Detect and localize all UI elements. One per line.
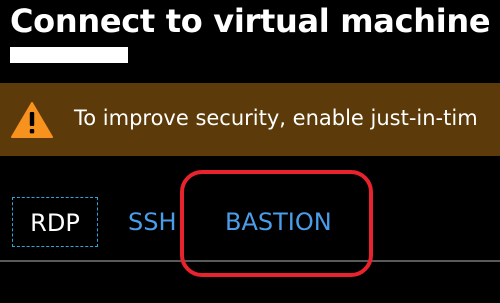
connect-vm-page: Connect to virtual machine To improve se… bbox=[0, 0, 500, 303]
security-warning-banner[interactable]: To improve security, enable just-in-tim bbox=[0, 83, 500, 156]
warning-icon bbox=[11, 102, 53, 138]
banner-message: To improve security, enable just-in-tim bbox=[74, 106, 478, 130]
bastion-highlight-annotation bbox=[180, 170, 373, 277]
tab-ssh[interactable]: SSH bbox=[128, 197, 177, 247]
tab-rdp[interactable]: RDP bbox=[12, 197, 98, 247]
page-title: Connect to virtual machine bbox=[10, 2, 491, 40]
redacted-vm-name bbox=[10, 47, 128, 63]
